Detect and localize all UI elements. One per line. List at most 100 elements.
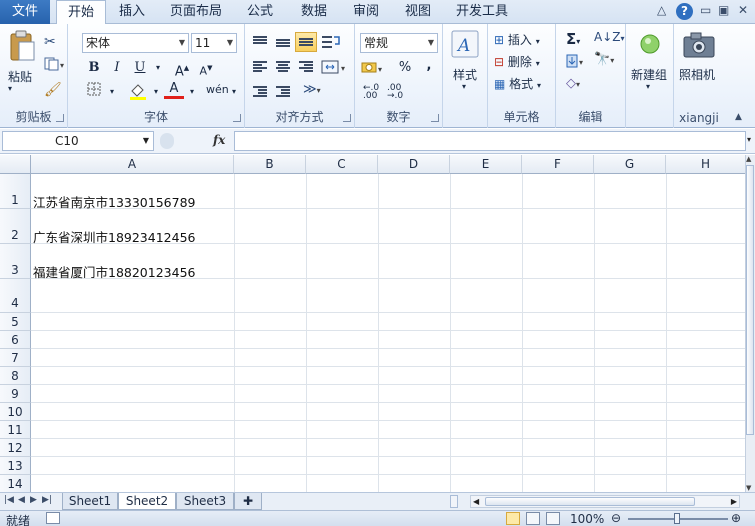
fill-icon[interactable]: ▾ xyxy=(566,54,588,71)
select-all-corner[interactable] xyxy=(0,155,31,174)
next-sheet-icon[interactable]: ▶ xyxy=(30,495,37,505)
scroll-up-icon[interactable]: ▲ xyxy=(746,155,751,163)
formula-input[interactable] xyxy=(234,131,746,151)
fill-color-icon[interactable] xyxy=(128,82,148,102)
tab-view[interactable]: 视图 xyxy=(398,0,438,24)
decrease-decimal-icon[interactable]: .00 →.0 xyxy=(387,84,403,101)
wrap-text-icon[interactable] xyxy=(321,34,341,53)
comma-button[interactable]: , xyxy=(419,56,439,76)
clear-icon[interactable]: ◇▾ xyxy=(566,76,580,91)
cell-a3[interactable]: 福建省厦门市18820123456 xyxy=(33,262,195,281)
normal-view-icon[interactable] xyxy=(506,512,520,525)
column-header-a[interactable]: A xyxy=(31,155,234,174)
column-header-f[interactable]: F xyxy=(522,155,594,174)
row-header-13[interactable]: 13 xyxy=(0,457,31,475)
window-close-icon[interactable]: ✕ xyxy=(738,3,748,17)
scroll-left-icon[interactable]: ◀ xyxy=(473,496,479,507)
sort-filter-icon[interactable]: A↓Z▾ xyxy=(594,30,625,44)
window-restore-icon[interactable]: ▣ xyxy=(718,3,729,17)
paste-icon[interactable] xyxy=(8,30,36,62)
percent-button[interactable]: % xyxy=(395,58,415,78)
zoom-out-icon[interactable]: ⊖ xyxy=(611,511,621,525)
horizontal-scrollbar[interactable]: ◀ ▶ xyxy=(470,495,740,508)
font-color-icon[interactable]: A xyxy=(164,80,184,99)
merge-center-icon[interactable]: ▾ xyxy=(321,59,349,78)
column-header-g[interactable]: G xyxy=(594,155,666,174)
scroll-down-icon[interactable]: ▼ xyxy=(746,484,751,492)
row-header-7[interactable]: 7 xyxy=(0,349,31,367)
row-header-12[interactable]: 12 xyxy=(0,439,31,457)
tab-insert[interactable]: 插入 xyxy=(110,0,154,24)
row-header-14[interactable]: 14 xyxy=(0,475,31,492)
align-top-icon[interactable] xyxy=(253,36,267,48)
help-icon[interactable]: ? xyxy=(676,3,693,20)
row-header-11[interactable]: 11 xyxy=(0,421,31,439)
ribbon-scroll-icon[interactable]: ▲ xyxy=(735,112,742,122)
tab-developer[interactable]: 开发工具 xyxy=(450,0,514,24)
cell-a2[interactable]: 广东省深圳市18923412456 xyxy=(33,227,195,246)
cell-a1[interactable]: 江苏省南京市13330156789 xyxy=(33,192,195,211)
align-bottom-button[interactable] xyxy=(295,32,317,52)
formula-bar-splitter-icon[interactable] xyxy=(160,133,174,149)
tab-home[interactable]: 开始 xyxy=(56,0,106,25)
insert-cells-button[interactable]: ⊞ 插入 ▾ xyxy=(494,31,540,48)
underline-dropdown-icon[interactable]: ▾ xyxy=(148,58,168,78)
phonetic-dropdown-icon[interactable]: ▾ xyxy=(224,82,244,102)
format-painter-icon[interactable]: 🖌 xyxy=(44,82,62,98)
shrink-font-icon[interactable]: A▼ xyxy=(196,58,216,78)
group-styles[interactable]: A 样式 ▾ xyxy=(443,24,488,128)
camera-button[interactable]: 照相机 xyxy=(679,66,715,83)
expand-formula-icon[interactable]: ▾ xyxy=(747,135,751,144)
grow-font-icon[interactable]: A▲ xyxy=(172,58,192,79)
font-name-select[interactable]: 宋体 ▼ xyxy=(82,33,189,53)
page-break-view-icon[interactable] xyxy=(546,512,560,525)
currency-icon[interactable]: ▾ xyxy=(361,60,387,79)
column-header-h[interactable]: H xyxy=(666,155,745,174)
row-header-6[interactable]: 6 xyxy=(0,331,31,349)
orientation-icon[interactable]: ≫▾ xyxy=(303,82,321,97)
scroll-right-icon[interactable]: ▶ xyxy=(731,496,737,507)
align-left-icon[interactable] xyxy=(253,61,267,73)
tab-split-handle[interactable] xyxy=(450,495,458,508)
tab-page-layout[interactable]: 页面布局 xyxy=(164,0,228,24)
increase-indent-icon[interactable] xyxy=(276,86,290,98)
border-dropdown-icon[interactable]: ▾ xyxy=(102,82,122,102)
autosum-icon[interactable]: Σ▾ xyxy=(566,30,580,48)
last-sheet-icon[interactable]: ▶| xyxy=(42,495,52,505)
column-header-b[interactable]: B xyxy=(234,155,306,174)
cut-icon[interactable]: ✂ xyxy=(44,34,56,50)
row-header-10[interactable]: 10 xyxy=(0,403,31,421)
row-header-9[interactable]: 9 xyxy=(0,385,31,403)
row-header-3[interactable]: 3 xyxy=(0,244,31,279)
column-header-d[interactable]: D xyxy=(378,155,450,174)
fill-color-dropdown-icon[interactable]: ▾ xyxy=(146,82,166,102)
group-newgroup[interactable]: 新建组 ▾ xyxy=(626,24,674,128)
zoom-in-icon[interactable]: ⊕ xyxy=(731,511,741,525)
align-right-icon[interactable] xyxy=(299,61,313,73)
prev-sheet-icon[interactable]: ◀ xyxy=(18,495,25,505)
clipboard-launcher-icon[interactable] xyxy=(56,114,64,122)
row-header-5[interactable]: 5 xyxy=(0,313,31,331)
format-cells-button[interactable]: ▦ 格式 ▾ xyxy=(494,75,541,92)
border-icon[interactable] xyxy=(84,82,104,102)
underline-icon[interactable]: U xyxy=(130,58,150,78)
row-header-8[interactable]: 8 xyxy=(0,367,31,385)
worksheet-grid[interactable]: A B C D E F G H 1 2 3 4 5 6 7 8 9 10 11 … xyxy=(0,155,745,492)
camera-icon[interactable] xyxy=(683,32,715,61)
tab-review[interactable]: 审阅 xyxy=(346,0,386,24)
number-launcher-icon[interactable] xyxy=(431,114,439,122)
align-middle-icon[interactable] xyxy=(276,39,290,51)
page-layout-view-icon[interactable] xyxy=(526,512,540,525)
row-header-4[interactable]: 4 xyxy=(0,279,31,313)
copy-icon[interactable]: ▾ xyxy=(44,57,66,74)
delete-cells-button[interactable]: ⊟ 删除 ▾ xyxy=(494,53,540,70)
font-size-select[interactable]: 11 ▼ xyxy=(191,33,237,53)
paste-dropdown-icon[interactable]: ▾ xyxy=(8,84,12,93)
decrease-indent-icon[interactable] xyxy=(253,86,267,98)
italic-icon[interactable]: I xyxy=(107,58,127,78)
phonetic-icon[interactable]: wén xyxy=(206,80,229,100)
tab-data[interactable]: 数据 xyxy=(294,0,334,24)
sheet-tab-sheet1[interactable]: Sheet1 xyxy=(62,493,118,510)
font-launcher-icon[interactable] xyxy=(233,114,241,122)
tab-formulas[interactable]: 公式 xyxy=(240,0,280,24)
